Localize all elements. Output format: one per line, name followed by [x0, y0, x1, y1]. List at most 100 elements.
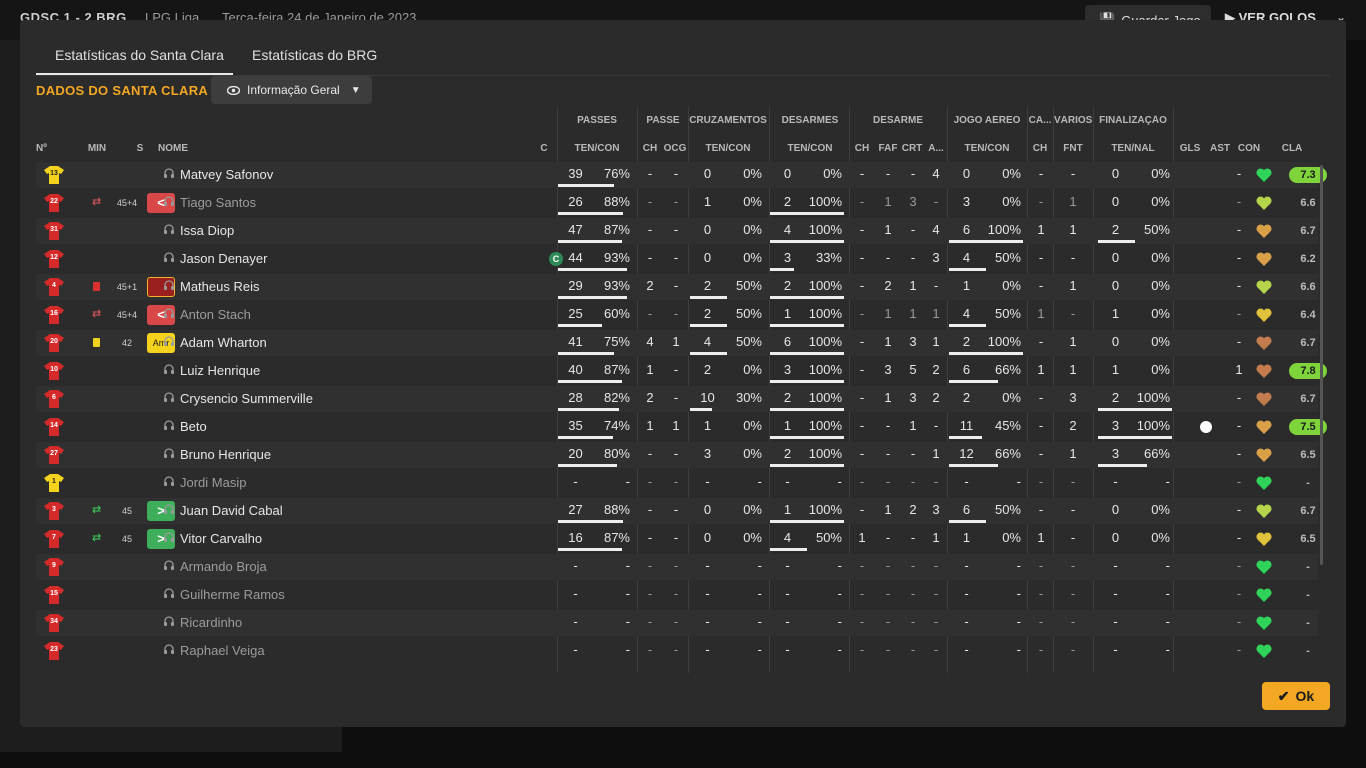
tab-brg-stats[interactable]: Estatísticas do BRG	[252, 47, 377, 63]
player-name[interactable]: Anton Stach	[180, 302, 251, 328]
player-name[interactable]: Tiago Santos	[180, 190, 256, 216]
stat-cell: 0%	[743, 418, 762, 433]
stat-cell: 4	[932, 222, 940, 237]
stat-cell: 50%	[815, 530, 842, 545]
tab-santa-clara-stats[interactable]: Estatísticas do Santa Clara	[55, 47, 224, 63]
ok-button[interactable]: ✔ Ok	[1262, 682, 1330, 710]
headset-icon[interactable]	[163, 196, 175, 208]
headset-icon[interactable]	[163, 588, 175, 600]
stat-cell: -	[910, 558, 916, 573]
success-rate-bar	[690, 408, 712, 411]
player-row[interactable]: 1 Jordi Masip - - - - - - - - - - - - - - - - - - - -	[36, 470, 1318, 496]
player-row[interactable]: 7 ⇄ 45 > Vitor Carvalho 16 87% - -0 0% 4 50% 1- -1 1 0%…	[36, 526, 1318, 552]
headset-icon[interactable]	[163, 392, 175, 404]
player-name[interactable]: Vitor Carvalho	[180, 526, 262, 552]
player-row[interactable]: 34 Ricardinho - - - - - - - - - - - - - - - - - - - -	[36, 610, 1318, 636]
headset-icon[interactable]	[163, 336, 175, 348]
condition-heart-icon	[1256, 532, 1272, 546]
yellow-card-icon	[93, 338, 100, 347]
headset-icon[interactable]	[163, 420, 175, 432]
stat-cell: 0	[783, 166, 792, 181]
stat-cell: 1	[1069, 446, 1077, 461]
player-row[interactable]: 16 ⇄ 45+4 < Anton Stach 25 60% - -2 50% 1 100% -1 1 1 4…	[36, 302, 1318, 328]
group-header: PASSES	[577, 115, 617, 126]
event-minute: 45+4	[116, 310, 138, 320]
player-row[interactable]: 20 42 Amr Adam Wharton 41 75% 4 1 4 50% 6 100% -1 3 1 2…	[36, 330, 1318, 356]
stat-cell: -	[964, 586, 969, 601]
stat-cell: -	[1236, 642, 1242, 657]
player-name[interactable]: Juan David Cabal	[180, 498, 283, 524]
stat-cell: -	[1038, 474, 1044, 489]
player-name[interactable]: Jason Denayer	[180, 246, 267, 272]
stat-cell: -	[757, 642, 762, 657]
headset-icon[interactable]	[163, 504, 175, 516]
player-row[interactable]: 13 Matvey Safonov 39 76% - -0 0% 0 0% - - -4 0 0% - -0 0…	[36, 162, 1327, 188]
headset-icon[interactable]	[163, 308, 175, 320]
headset-icon[interactable]	[163, 364, 175, 376]
view-dropdown[interactable]: Informação Geral ▼	[211, 76, 372, 104]
stat-cell: -	[785, 586, 790, 601]
stat-cell: -	[859, 390, 865, 405]
stat-cell: -	[785, 558, 790, 573]
headset-icon[interactable]	[163, 616, 175, 628]
stat-cell: 1	[672, 418, 680, 433]
headset-icon[interactable]	[163, 252, 175, 264]
player-name[interactable]: Jordi Masip	[180, 470, 246, 496]
table-scrollbar[interactable]	[1320, 165, 1323, 565]
headset-icon[interactable]	[163, 280, 175, 292]
stat-cell: -	[647, 250, 653, 265]
player-name[interactable]: Guilherme Ramos	[180, 582, 285, 608]
stat-cell: -	[859, 558, 865, 573]
stat-cell: -	[1165, 614, 1170, 629]
stat-cell: 1	[909, 418, 917, 433]
stat-cell: -	[1236, 278, 1242, 293]
stat-cell: -	[1038, 334, 1044, 349]
stat-cell: 2	[962, 390, 971, 405]
condition-heart-icon	[1256, 308, 1272, 322]
headset-icon[interactable]	[163, 476, 175, 488]
player-row[interactable]: 3 ⇄ 45 > Juan David Cabal 27 88% - -0 0% 1 100% -1 2 3…	[36, 498, 1318, 524]
headset-icon[interactable]	[163, 224, 175, 236]
player-row[interactable]: 9 Armando Broja - - - - - - - - - - - - - - - - - - - -	[36, 554, 1318, 580]
success-rate-bar	[558, 324, 602, 327]
player-row[interactable]: 14 Beto 35 74% 1 1 1 0% 1 100% - -1-11 45% -2 3 100% -7.…	[36, 414, 1327, 440]
player-row[interactable]: 31 Issa Diop 47 87% - -0 0% 4 100% -1-4 6 100% 1 1 2 50…	[36, 218, 1318, 244]
success-rate-bar	[949, 240, 1023, 243]
headset-icon[interactable]	[163, 448, 175, 460]
headset-icon[interactable]	[163, 560, 175, 572]
substituted-off-icon: ⇄	[92, 308, 102, 320]
player-name[interactable]: Crysencio Summerville	[180, 386, 313, 412]
player-row[interactable]: 6 Crysencio Summerville 28 82% 2-10 30% 2 100% -…	[36, 386, 1318, 412]
stat-cell: -	[625, 474, 630, 489]
headset-icon[interactable]	[163, 532, 175, 544]
stat-cell: -	[1038, 250, 1044, 265]
player-name[interactable]: Raphael Veiga	[180, 638, 265, 664]
player-row[interactable]: 4 45+1 Matheus Reis 29 93% 2-2 50% 2 100% -2 1-1 0%…	[36, 274, 1318, 300]
player-name[interactable]: Matvey Safonov	[180, 162, 273, 188]
player-row[interactable]: 15 Guilherme Ramos - - - - - - - - - - - - - - - - - - - -	[36, 582, 1318, 608]
player-row[interactable]: 23 Raphael Veiga - - - - - - - - - - - - - - - - - - - -	[36, 638, 1318, 664]
player-name[interactable]: Adam Wharton	[180, 330, 267, 356]
stat-cell: 3	[909, 390, 917, 405]
headset-icon[interactable]	[163, 168, 175, 180]
player-name[interactable]: Luiz Henrique	[180, 358, 260, 384]
stat-cell: -	[933, 558, 939, 573]
headset-icon[interactable]	[163, 644, 175, 656]
player-name[interactable]: Bruno Henrique	[180, 442, 271, 468]
column-header: CLA	[1281, 143, 1303, 154]
player-name[interactable]: Ricardinho	[180, 610, 242, 636]
player-name[interactable]: Issa Diop	[180, 218, 234, 244]
stat-cell: -	[673, 474, 679, 489]
player-row[interactable]: 10 Luiz Henrique 40 87% 1-2 0% 3 100% -3 5 2 6 66% 1 1…	[36, 358, 1327, 384]
stat-cell: 3	[703, 446, 712, 461]
player-name[interactable]: Beto	[180, 414, 207, 440]
player-row[interactable]: 27 Bruno Henrique 20 80% - -3 0% 2 100% - - -1 12 66%…	[36, 442, 1318, 468]
shirt-number: 16	[50, 310, 58, 317]
player-name[interactable]: Armando Broja	[180, 554, 267, 580]
player-row[interactable]: 12 Jason Denayer C 44 93% - -0 0% 3 33% - - -3 4 50% - -…	[36, 246, 1318, 272]
substituted-off-icon: ⇄	[92, 196, 102, 208]
player-name[interactable]: Matheus Reis	[180, 274, 259, 300]
stat-cell: -	[785, 614, 790, 629]
stat-cell: 50%	[1143, 222, 1170, 237]
player-row[interactable]: 22 ⇄ 45+4 < Tiago Santos 26 88% - -1 0% 2 100% -1 3-3…	[36, 190, 1318, 216]
